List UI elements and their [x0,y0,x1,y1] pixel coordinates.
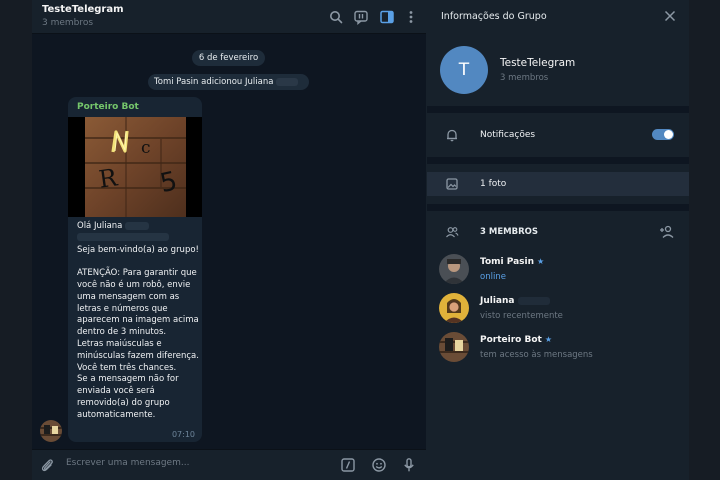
divider [427,106,689,113]
right-window-edge [689,0,720,480]
member-status: tem acesso às mensagens [480,350,593,360]
bell-icon [445,128,459,142]
member-name: Porteiro Bot [480,335,542,345]
toggle-knob [664,130,673,139]
captcha-image: R c 5 [85,117,186,217]
member-name: Tomi Pasin [480,257,534,267]
photos-row[interactable]: 1 foto [427,172,689,196]
photos-label: 1 foto [480,179,507,189]
microphone-icon[interactable] [401,457,417,473]
member-row[interactable]: Tomi Pasin ★ online [427,252,689,288]
chat-header: TesteTelegram 3 membros [32,0,426,34]
member-status: online [480,272,506,282]
redacted-text [77,233,169,242]
message-bubble[interactable]: Porteiro Bot R c 5 Olá Juliana Seja bem-… [68,97,202,442]
attach-icon[interactable] [39,457,55,473]
member-name: Juliana [480,296,515,306]
redacted-text [276,77,299,86]
message-time: 07:10 [171,430,195,439]
date-separator: 6 de fevereiro [192,50,265,66]
photo-icon [445,177,459,191]
group-info-panel: Informações do Grupo T TesteTelegram 3 m… [427,0,689,480]
message-text: Olá Juliana Seja bem-vindo(a) ao grupo! … [77,221,199,422]
group-member-count: 3 membros [500,73,549,83]
bot-command-icon[interactable] [340,457,356,473]
video-chat-icon[interactable] [353,9,369,25]
members-header: 3 MEMBROS [480,227,538,237]
chat-title[interactable]: TesteTelegram [42,4,124,15]
star-icon: ★ [544,335,552,344]
message-input[interactable]: Escrever uma mensagem... [66,458,189,468]
notifications-toggle[interactable] [652,129,674,140]
emoji-icon[interactable] [371,457,387,473]
redacted-text [125,221,150,230]
member-name-line: Tomi Pasin ★ [480,257,544,267]
sidebar-toggle-icon[interactable] [379,9,395,25]
chat-pane: TesteTelegram 3 membros 6 de fevereiro T… [32,0,426,480]
close-icon[interactable] [663,9,677,23]
redacted-text [518,296,551,305]
captcha-photo[interactable]: R c 5 [68,117,202,217]
more-vertical-icon[interactable] [403,9,419,25]
search-icon[interactable] [328,9,344,25]
message-body: Seja bem-vindo(a) ao grupo! ATENÇÃO: Par… [77,244,199,420]
message-greeting: Olá Juliana [77,221,123,231]
member-name-line: Porteiro Bot ★ [480,335,552,345]
avatar [439,332,469,362]
divider [427,204,689,211]
member-name-line: Juliana [480,296,551,306]
message-composer: Escrever uma mensagem... [32,449,426,480]
avatar [439,293,469,323]
group-avatar[interactable]: T [440,46,488,94]
members-icon [445,225,459,239]
group-name: TesteTelegram [500,57,576,69]
notifications-label: Notificações [480,130,536,140]
divider [427,157,689,164]
member-status: visto recentemente [480,311,563,321]
service-message: Tomi Pasin adicionou Juliana [148,74,309,90]
service-message-text: Tomi Pasin adicionou Juliana [154,77,274,87]
add-member-icon[interactable] [659,224,675,240]
left-window-edge [0,0,32,480]
member-row[interactable]: Porteiro Bot ★ tem acesso às mensagens [427,330,689,366]
avatar [439,254,469,284]
message-sender[interactable]: Porteiro Bot [77,102,139,112]
member-row[interactable]: Juliana visto recentemente [427,291,689,327]
svg-text:c: c [141,138,151,158]
chat-member-count: 3 membros [42,18,94,28]
panel-title: Informações do Grupo [441,11,547,22]
sender-avatar[interactable] [40,420,62,442]
star-icon: ★ [537,257,545,266]
